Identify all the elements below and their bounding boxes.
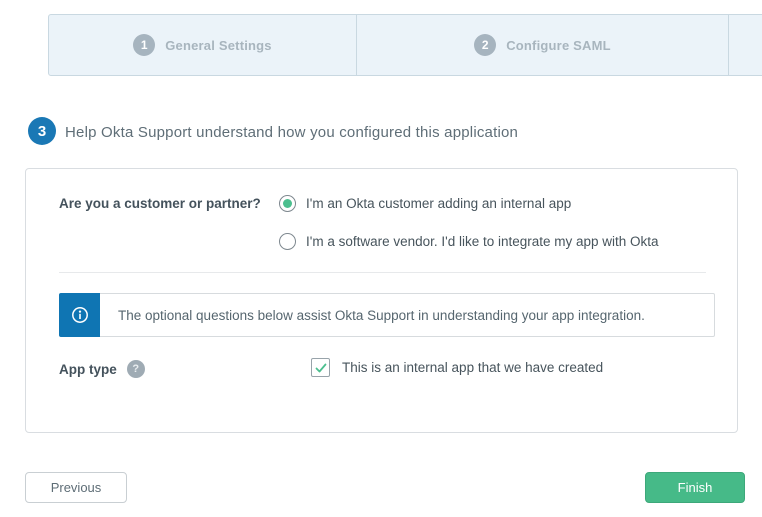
radio-option-label[interactable]: I'm an Okta customer adding an internal … xyxy=(306,196,571,211)
step-2-badge: 2 xyxy=(474,34,496,56)
radio-option-okta-customer[interactable]: I'm an Okta customer adding an internal … xyxy=(279,195,571,212)
finish-button[interactable]: Finish xyxy=(645,472,745,503)
step-2-label: Configure SAML xyxy=(506,38,611,53)
info-banner: The optional questions below assist Okta… xyxy=(59,293,715,337)
checkmark-icon xyxy=(314,361,328,375)
radio-dot xyxy=(283,199,292,208)
okta-app-wizard-page: 1 General Settings 2 Configure SAML 3 He… xyxy=(0,0,762,517)
info-banner-text: The optional questions below assist Okta… xyxy=(100,293,715,337)
previous-button[interactable]: Previous xyxy=(25,472,127,503)
radio-option-label[interactable]: I'm a software vendor. I'd like to integ… xyxy=(306,234,659,249)
checkbox-checked-icon[interactable] xyxy=(311,358,330,377)
app-type-label: App type ? xyxy=(59,360,145,378)
wizard-step-configure-saml[interactable]: 2 Configure SAML xyxy=(357,15,729,75)
wizard-steps-bar: 1 General Settings 2 Configure SAML xyxy=(48,14,762,76)
customer-question-label: Are you a customer or partner? xyxy=(59,196,261,211)
radio-unselected-icon[interactable] xyxy=(279,233,296,250)
step-1-label: General Settings xyxy=(165,38,272,53)
wizard-step-general-settings[interactable]: 1 General Settings xyxy=(49,15,357,75)
radio-option-software-vendor[interactable]: I'm a software vendor. I'd like to integ… xyxy=(279,233,659,250)
internal-app-checkbox-row[interactable]: This is an internal app that we have cre… xyxy=(311,358,603,377)
info-icon xyxy=(59,293,100,337)
section-divider xyxy=(59,272,706,273)
checkbox-label[interactable]: This is an internal app that we have cre… xyxy=(342,360,603,375)
step-1-badge: 1 xyxy=(133,34,155,56)
wizard-step-next-partial[interactable] xyxy=(729,15,762,75)
step-3-badge: 3 xyxy=(28,117,56,145)
page-title: Help Okta Support understand how you con… xyxy=(65,124,518,141)
feedback-form-panel: Are you a customer or partner? I'm an Ok… xyxy=(25,168,738,433)
help-icon[interactable]: ? xyxy=(127,360,145,378)
radio-selected-icon[interactable] xyxy=(279,195,296,212)
app-type-label-text: App type xyxy=(59,362,117,377)
